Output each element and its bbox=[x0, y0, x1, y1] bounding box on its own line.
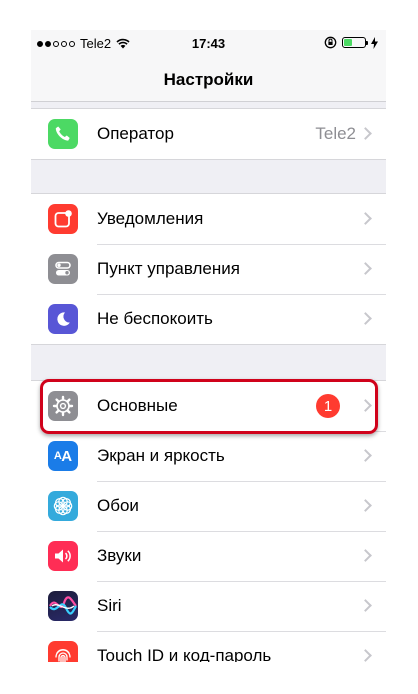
settings-item-label: Пункт управления bbox=[97, 259, 240, 278]
settings-item-siri[interactable]: Siri bbox=[31, 581, 386, 631]
siri-icon bbox=[48, 591, 78, 621]
settings-item-label: Touch ID и код-пароль bbox=[97, 646, 272, 662]
gear-icon bbox=[48, 391, 78, 421]
chevron-right-icon bbox=[359, 549, 372, 562]
settings-item-operator[interactable]: Оператор Tele2 bbox=[31, 109, 386, 159]
settings-item-control-center[interactable]: Пункт управления bbox=[31, 244, 386, 294]
charging-bolt-icon bbox=[371, 36, 378, 49]
settings-item-label: Не беспокоить bbox=[97, 309, 213, 328]
status-right bbox=[324, 36, 378, 49]
settings-item-wallpaper[interactable]: Обои bbox=[31, 481, 386, 531]
settings-item-label: Уведомления bbox=[97, 209, 204, 228]
chevron-right-icon bbox=[359, 127, 372, 140]
chevron-right-icon bbox=[359, 312, 372, 325]
chevron-right-icon bbox=[359, 449, 372, 462]
device-frame: Tele2 17:43 Настройки Оператор Tele2 Уве… bbox=[0, 0, 418, 694]
settings-item-label: Обои bbox=[97, 496, 139, 515]
settings-item-notifications[interactable]: Уведомления bbox=[31, 194, 386, 244]
settings-item-display[interactable]: AA Экран и яркость bbox=[31, 431, 386, 481]
chevron-right-icon bbox=[359, 599, 372, 612]
settings-item-general[interactable]: Основные 1 bbox=[31, 381, 386, 431]
navigation-bar: Настройки bbox=[31, 58, 386, 102]
settings-item-label: Экран и яркость bbox=[97, 446, 225, 465]
page-title: Настройки bbox=[163, 69, 254, 89]
settings-screen: Tele2 17:43 Настройки Оператор Tele2 Уве… bbox=[31, 30, 386, 662]
settings-item-sounds[interactable]: Звуки bbox=[31, 531, 386, 581]
speaker-icon bbox=[48, 541, 78, 571]
phone-icon bbox=[48, 119, 78, 149]
group-notifications: Уведомления Пункт управления Не беспокои… bbox=[31, 193, 386, 345]
orientation-lock-icon bbox=[324, 36, 337, 49]
fingerprint-icon bbox=[48, 641, 78, 662]
settings-item-touch-id[interactable]: Touch ID и код-пароль bbox=[31, 631, 386, 662]
chevron-right-icon bbox=[359, 499, 372, 512]
battery-icon bbox=[342, 37, 368, 48]
settings-item-value: Tele2 bbox=[315, 124, 356, 143]
display-icon: AA bbox=[48, 441, 78, 471]
group-carrier: Оператор Tele2 bbox=[31, 108, 386, 160]
status-bar: Tele2 17:43 bbox=[31, 30, 386, 58]
chevron-right-icon bbox=[359, 399, 372, 412]
settings-item-label: Siri bbox=[97, 596, 122, 615]
settings-item-label: Звуки bbox=[97, 546, 142, 565]
chevron-right-icon bbox=[359, 212, 372, 225]
chevron-right-icon bbox=[359, 649, 372, 662]
notifications-icon bbox=[48, 204, 78, 234]
moon-icon bbox=[48, 304, 78, 334]
settings-item-label: Оператор bbox=[97, 124, 174, 143]
wallpaper-icon bbox=[48, 491, 78, 521]
control-center-icon bbox=[48, 254, 78, 284]
settings-item-do-not-disturb[interactable]: Не беспокоить bbox=[31, 294, 386, 344]
group-general: Основные 1 AA Экран и яркость Обои Звуки… bbox=[31, 380, 386, 662]
settings-item-label: Основные bbox=[97, 396, 178, 415]
notification-badge: 1 bbox=[316, 394, 340, 418]
chevron-right-icon bbox=[359, 262, 372, 275]
